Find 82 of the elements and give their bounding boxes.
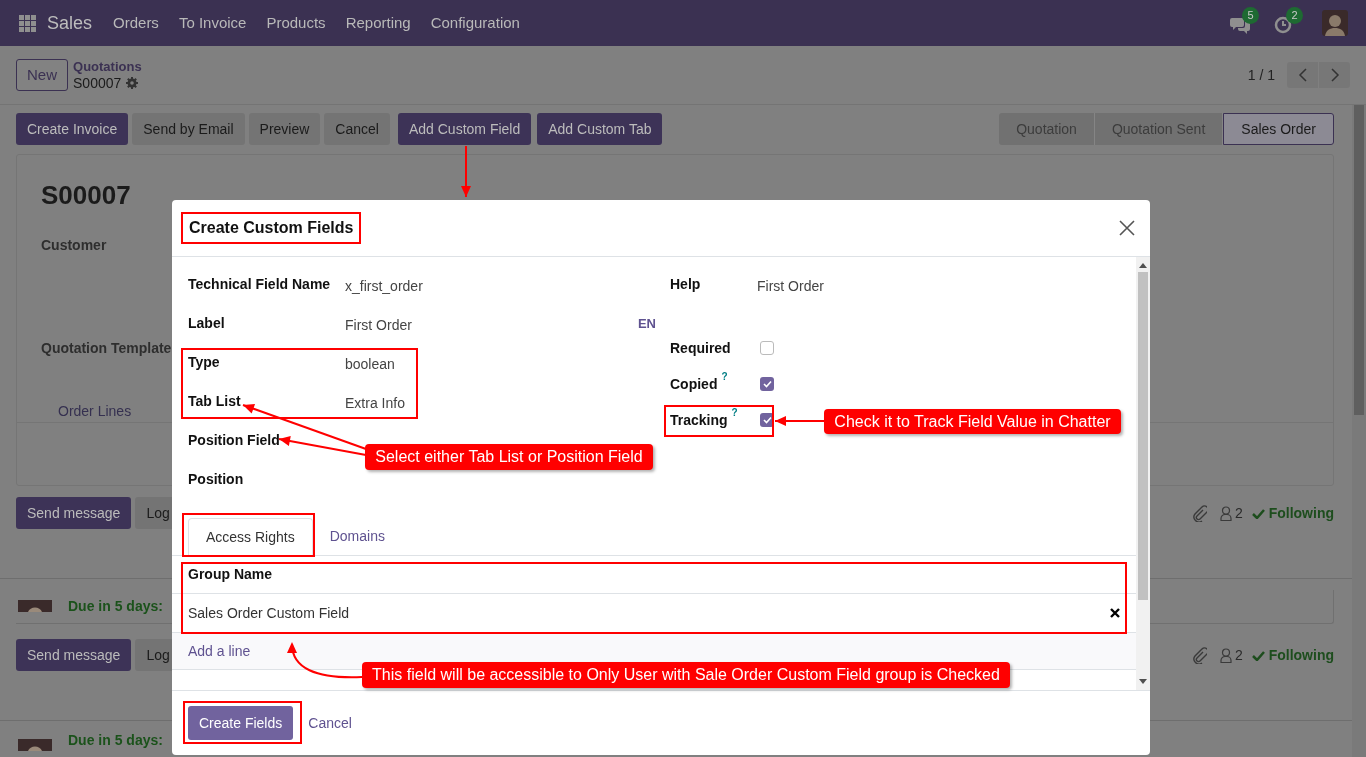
column-header: Group Name	[188, 565, 272, 584]
previous-button[interactable]	[1287, 62, 1318, 88]
annotation-callout: Select either Tab List or Position Field	[365, 444, 653, 470]
app-name[interactable]: Sales	[47, 9, 93, 37]
add-line-link[interactable]: Add a line	[188, 640, 251, 662]
help-tooltip[interactable]: ?	[731, 404, 738, 420]
check-icon	[1251, 507, 1265, 519]
field-label: Customer	[41, 236, 107, 255]
page-scrollbar[interactable]	[1352, 105, 1366, 757]
field-value[interactable]: boolean	[345, 350, 525, 375]
annotation-callout: This field will be accessible to Only User with Sale Order Custom Field group is Checked	[362, 662, 1010, 688]
field-value[interactable]: First Order	[345, 311, 525, 336]
dialog-tab[interactable]: Domains	[312, 517, 402, 555]
field-value[interactable]: Extra Info	[345, 389, 525, 414]
delete-icon[interactable]	[1110, 608, 1120, 618]
notebook-tab[interactable]: Order Lines	[58, 401, 132, 422]
send-message-button[interactable]: Send message	[16, 639, 132, 671]
action-button[interactable]: Cancel	[324, 113, 390, 145]
chevron-right-icon	[1329, 68, 1340, 82]
new-button[interactable]: New	[16, 59, 68, 91]
avatar-icon	[18, 739, 52, 751]
close-icon[interactable]	[1119, 220, 1135, 236]
check-icon	[1251, 649, 1265, 661]
activity-due-label: Due in 5 days:	[68, 730, 163, 750]
status-stage[interactable]: Sales Order	[1223, 113, 1334, 145]
action-button[interactable]: Preview	[248, 113, 321, 145]
record-title: S00007	[41, 179, 131, 211]
field-label: Tracking	[670, 410, 728, 430]
nav-menu-item[interactable]: To Invoice	[178, 11, 247, 35]
table-cell[interactable]: Sales Order Custom Field	[188, 602, 350, 624]
chevron-left-icon	[1297, 68, 1308, 82]
field-label: Required	[670, 338, 731, 358]
avatar-icon	[18, 600, 52, 612]
action-button[interactable]: Add Custom Field	[397, 113, 532, 145]
field-label: Quotation Template	[41, 339, 172, 358]
field-value[interactable]: First Order	[757, 272, 824, 297]
action-button[interactable]: Create Invoice	[16, 113, 129, 145]
cancel-button[interactable]: Cancel	[308, 712, 352, 734]
annotation-arrow	[461, 145, 471, 198]
apps-menu-icon[interactable]	[19, 14, 36, 32]
field-label: Technical Field Name	[188, 275, 331, 294]
nav-menu-item[interactable]: Configuration	[430, 11, 520, 35]
pager-value: 1 / 1	[1247, 65, 1275, 85]
help-tooltip[interactable]: ?	[721, 368, 728, 384]
chat-icon[interactable]	[1230, 16, 1250, 34]
follower-count[interactable]: 2	[1234, 502, 1243, 524]
field-label: Label	[188, 314, 225, 333]
language-button[interactable]: EN	[637, 313, 656, 334]
action-button[interactable]: Send by Email	[132, 113, 245, 145]
paperclip-icon[interactable]	[1191, 646, 1207, 664]
gear-icon[interactable]	[126, 77, 139, 89]
field-label: Type	[188, 353, 220, 372]
send-message-button[interactable]: Send message	[16, 497, 132, 529]
follower-count[interactable]: 2	[1234, 644, 1243, 666]
action-button[interactable]: Add Custom Tab	[537, 113, 663, 145]
checkbox[interactable]	[760, 341, 774, 355]
next-button[interactable]	[1319, 62, 1350, 88]
activity-due-label: Due in 5 days:	[68, 597, 163, 616]
paperclip-icon[interactable]	[1191, 504, 1207, 522]
avatar-icon[interactable]	[1322, 10, 1348, 36]
annotation-arrow	[774, 416, 825, 426]
count-badge: 5	[1242, 7, 1259, 24]
nav-menu-item[interactable]: Products	[266, 11, 326, 35]
annotation-callout: Check it to Track Field Value in Chatter	[824, 409, 1121, 434]
field-label: Position	[188, 470, 244, 489]
nav-menu-item[interactable]: Orders	[113, 11, 159, 35]
field-label: Tab List	[188, 392, 241, 411]
field-label: Copied	[670, 374, 718, 394]
checkbox[interactable]	[760, 377, 774, 391]
clock-icon[interactable]	[1274, 16, 1294, 34]
person-icon[interactable]	[1219, 647, 1232, 663]
field-label: Help	[670, 275, 701, 294]
dialog-title: Create Custom Fields	[181, 212, 362, 244]
create-fields-button[interactable]: Create Fields	[188, 706, 294, 740]
dialog-tab[interactable]: Access Rights	[188, 518, 313, 556]
record-name: S00007	[73, 75, 122, 91]
dialog-scrollbar[interactable]	[1136, 257, 1150, 690]
nav-menu-item[interactable]: Reporting	[345, 11, 411, 35]
field-value[interactable]: x_first_order	[345, 272, 525, 297]
count-badge: 2	[1286, 7, 1303, 24]
field-label: Position Field	[188, 431, 280, 450]
person-icon[interactable]	[1219, 505, 1232, 521]
